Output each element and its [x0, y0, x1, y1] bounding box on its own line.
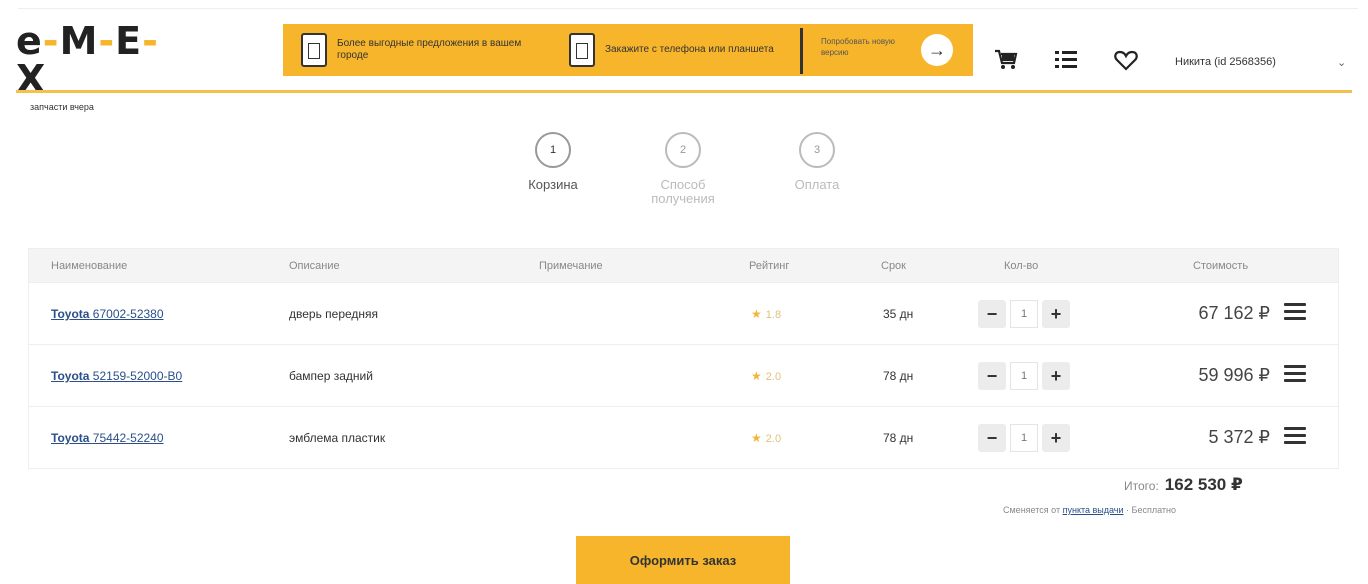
- increase-button[interactable]: +: [1042, 362, 1070, 390]
- quantity-stepper: − +: [978, 362, 1070, 390]
- checkout-button[interactable]: Оформить заказ: [576, 536, 790, 584]
- quantity-stepper: − +: [978, 424, 1070, 452]
- menu-icon[interactable]: [1284, 427, 1306, 447]
- star-icon: ★: [751, 369, 762, 383]
- part-description: эмблема пластик: [289, 431, 386, 445]
- list-icon[interactable]: [1054, 48, 1078, 72]
- step-delivery-label: Способ получения: [651, 177, 715, 206]
- phone-icon: [569, 33, 595, 67]
- col-description: Описание: [289, 260, 340, 272]
- part-brand: Toyota: [51, 369, 90, 383]
- step-delivery-number: 2: [665, 132, 701, 168]
- item-price: 5 372 ₽: [1208, 427, 1271, 447]
- menu-icon[interactable]: [1284, 303, 1306, 323]
- top-divider: [18, 8, 1358, 9]
- promo-mobile[interactable]: Закажите с телефона или планшета: [569, 32, 805, 68]
- part-code: 75442-52240: [92, 431, 164, 445]
- rating-value: 2.0: [765, 433, 782, 445]
- table-header: Наименование Описание Примечание Рейтинг…: [29, 249, 1338, 282]
- step-payment-label: Оплата: [794, 177, 840, 192]
- rating-value: 1.8: [765, 309, 782, 321]
- total-value: 162 530 ₽: [1164, 475, 1243, 494]
- quantity-stepper: − +: [978, 300, 1070, 328]
- step-cart-number: 1: [535, 132, 571, 168]
- decrease-button[interactable]: −: [978, 362, 1006, 390]
- step-payment[interactable]: 3 Оплата: [772, 132, 862, 192]
- quantity-input[interactable]: [1010, 300, 1038, 328]
- user-account[interactable]: Никита (id 2568356): [1175, 56, 1276, 68]
- item-price: 59 996 ₽: [1198, 365, 1270, 385]
- part-brand: Toyota: [51, 431, 90, 445]
- promo-local-offers-text: Более выгодные предложения в вашем город…: [337, 38, 522, 61]
- rating: ★ 2.0: [751, 369, 781, 383]
- part-description: бампер задний: [289, 369, 373, 383]
- step-cart[interactable]: 1 Корзина: [508, 132, 598, 192]
- decrease-button[interactable]: −: [978, 300, 1006, 328]
- logo[interactable]: e-M-E-X запчасти вчера: [16, 22, 186, 112]
- increase-button[interactable]: +: [1042, 424, 1070, 452]
- rating-value: 2.0: [765, 371, 782, 383]
- logo-word: e-M-E-X: [16, 19, 156, 101]
- col-price: Стоимость: [1193, 260, 1249, 272]
- part-code: 67002-52380: [92, 307, 164, 321]
- table-row: Toyota 75442-52240 эмблема пластик ★ 2.0 …: [29, 406, 1338, 468]
- arrow-right-icon[interactable]: →: [921, 34, 953, 66]
- pickup-point-link[interactable]: пункта выдачи: [1063, 505, 1124, 515]
- total-note: Сменяется от пункта выдачи · Бесплатно: [1003, 505, 1176, 515]
- item-price: 67 162 ₽: [1198, 303, 1270, 323]
- note-suffix: · Бесплатно: [1126, 505, 1176, 515]
- cart-total: Итого: 162 530 ₽: [1124, 475, 1243, 495]
- quantity-input[interactable]: [1010, 362, 1038, 390]
- col-note: Примечание: [539, 260, 603, 272]
- promo-mobile-text: Закажите с телефона или планшета: [605, 44, 774, 55]
- header-underline: [16, 90, 1352, 93]
- part-brand: Toyota: [51, 307, 90, 321]
- chevron-down-icon[interactable]: ⌄: [1337, 56, 1346, 69]
- decrease-button[interactable]: −: [978, 424, 1006, 452]
- part-description: дверь передняя: [289, 307, 379, 321]
- promo-cta-text[interactable]: Попробовать новую версию: [821, 36, 921, 58]
- part-link[interactable]: Toyota 67002-52380: [51, 307, 164, 321]
- part-code: 52159-52000-B0: [92, 369, 183, 383]
- table-row: Toyota 67002-52380 дверь передняя ★ 1.8 3…: [29, 282, 1338, 344]
- delivery-term: 35 дн: [883, 307, 914, 321]
- part-link[interactable]: Toyota 75442-52240: [51, 431, 164, 445]
- col-qty: Кол-во: [1004, 260, 1039, 272]
- note-prefix: Сменяется от: [1003, 505, 1061, 515]
- step-delivery[interactable]: 2 Способ получения: [638, 132, 728, 206]
- delivery-term: 78 дн: [883, 431, 914, 445]
- cart-icon[interactable]: [994, 48, 1018, 72]
- part-link[interactable]: Toyota 52159-52000-B0: [51, 369, 182, 383]
- total-label: Итого:: [1124, 479, 1159, 493]
- document-icon: [301, 33, 327, 67]
- col-term: Срок: [881, 260, 906, 272]
- delivery-term: 78 дн: [883, 369, 914, 383]
- increase-button[interactable]: +: [1042, 300, 1070, 328]
- table-row: Toyota 52159-52000-B0 бампер задний ★ 2.0…: [29, 344, 1338, 406]
- logo-subtitle: запчасти вчера: [30, 102, 94, 112]
- star-icon: ★: [751, 307, 762, 321]
- cart-table: Наименование Описание Примечание Рейтинг…: [28, 248, 1339, 469]
- rating: ★ 2.0: [751, 431, 781, 445]
- promo-banner: Более выгодные предложения в вашем город…: [283, 24, 973, 76]
- step-payment-number: 3: [799, 132, 835, 168]
- col-rating: Рейтинг: [749, 260, 790, 272]
- quantity-input[interactable]: [1010, 424, 1038, 452]
- promo-divider: [800, 28, 803, 74]
- rating: ★ 1.8: [751, 307, 781, 321]
- col-name: Наименование: [51, 260, 128, 272]
- promo-local-offers[interactable]: Более выгодные предложения в вашем город…: [301, 32, 537, 68]
- star-icon: ★: [751, 431, 762, 445]
- heart-icon[interactable]: [1114, 48, 1138, 72]
- menu-icon[interactable]: [1284, 365, 1306, 385]
- step-cart-label: Корзина: [528, 177, 578, 192]
- site-header: e-M-E-X запчасти вчера Более выгодные пр…: [0, 0, 1368, 112]
